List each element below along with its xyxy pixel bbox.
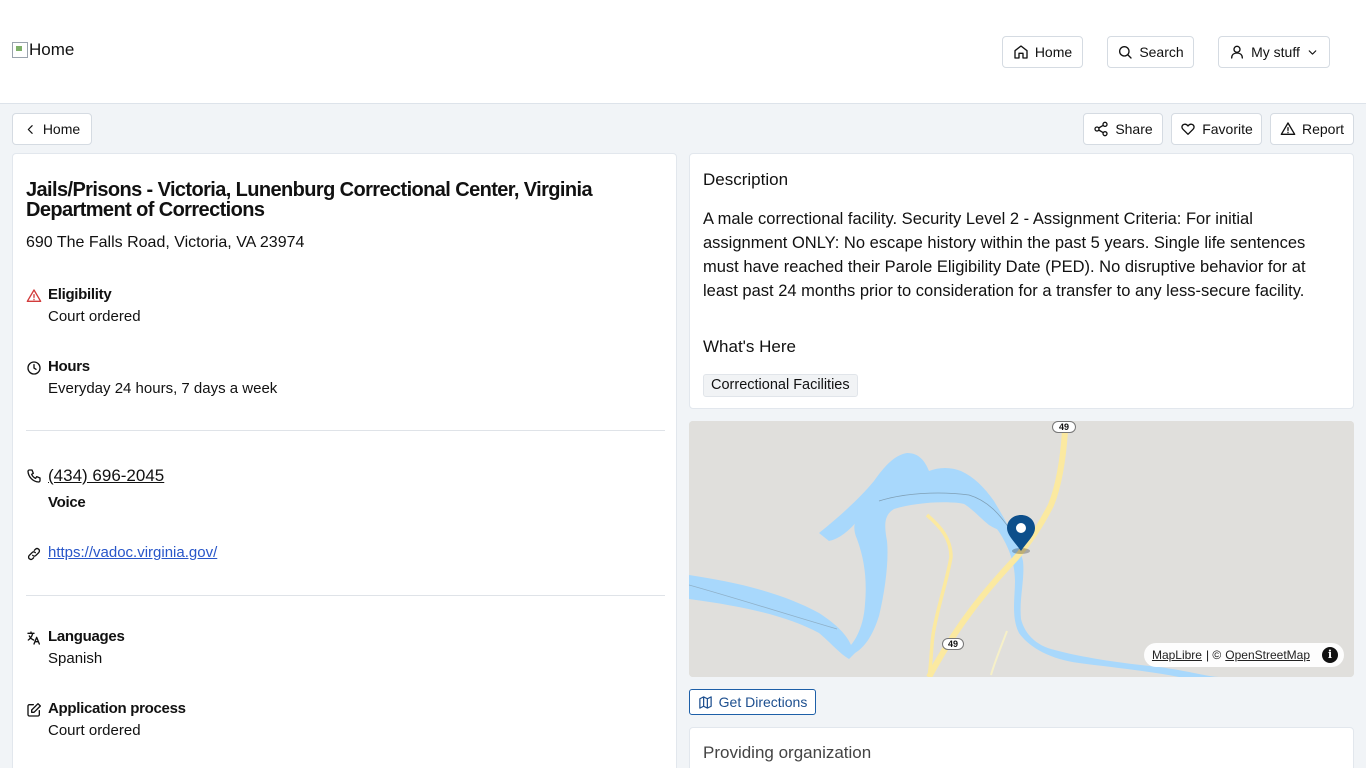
- chevron-down-icon: [1308, 49, 1317, 55]
- application-section: Application process Court ordered: [26, 700, 186, 739]
- report-label: Report: [1301, 121, 1345, 137]
- hours-value: Everyday 24 hours, 7 days a week: [48, 380, 278, 397]
- application-label: Application process: [48, 700, 186, 717]
- user-icon: [1231, 45, 1244, 59]
- maplibre-link[interactable]: MapLibre: [1152, 648, 1202, 662]
- website-link[interactable]: https://vadoc.virginia.gov/: [48, 544, 217, 562]
- route-shield-49-bottom: 49: [942, 638, 964, 650]
- description-heading: Description: [703, 170, 789, 189]
- languages-label: Languages: [48, 628, 125, 645]
- nav-search-button[interactable]: Search: [1107, 36, 1194, 68]
- house-icon: [1014, 45, 1028, 59]
- phone-link[interactable]: (434) 696-2045: [48, 466, 164, 485]
- attribution-separator: | ©: [1205, 648, 1222, 662]
- search-icon: [1119, 46, 1132, 59]
- broken-image-icon: [12, 42, 28, 58]
- translate-icon: [27, 631, 40, 645]
- logo-alt-text: Home: [29, 40, 75, 59]
- route-shield-49-top: 49: [1052, 421, 1076, 433]
- providing-organization-heading: Providing organization: [703, 743, 872, 762]
- description-card: Description A male correctional facility…: [689, 153, 1354, 409]
- eligibility-value: Court ordered: [48, 308, 141, 325]
- page-title: Jails/Prisons - Victoria, Lunenburg Corr…: [26, 179, 593, 221]
- providing-organization-card: Providing organization: [689, 727, 1354, 768]
- top-header: Home Home Search My stuff: [0, 0, 1366, 104]
- share-label: Share: [1115, 121, 1153, 137]
- share-button[interactable]: Share: [1083, 113, 1163, 145]
- service-address: 690 The Falls Road, Victoria, VA 23974: [26, 234, 305, 251]
- hours-section: Hours Everyday 24 hours, 7 days a week: [26, 358, 277, 397]
- location-map[interactable]: 49 49 MapLibre | © OpenStreetMap i: [689, 421, 1354, 677]
- whats-here-heading: What's Here: [703, 337, 796, 356]
- get-directions-button[interactable]: Get Directions: [689, 689, 816, 715]
- eligibility-section: Eligibility Court ordered: [26, 286, 141, 325]
- warning-triangle-icon: [1280, 122, 1296, 135]
- application-value: Court ordered: [48, 722, 141, 739]
- website-section: https://vadoc.virginia.gov/: [26, 544, 217, 562]
- openstreetmap-link[interactable]: OpenStreetMap: [1225, 648, 1310, 662]
- phone-type: Voice: [48, 494, 86, 511]
- nav-my-stuff-button[interactable]: My stuff: [1218, 36, 1330, 68]
- chevron-left-icon: [27, 124, 33, 134]
- service-details-card: Jails/Prisons - Victoria, Lunenburg Corr…: [12, 153, 677, 768]
- location-pin-icon[interactable]: [1004, 513, 1038, 557]
- edit-icon: [27, 703, 41, 717]
- divider: [26, 430, 665, 431]
- clock-icon: [27, 361, 41, 375]
- eligibility-label: Eligibility: [48, 286, 112, 303]
- nav-home-button[interactable]: Home: [1002, 36, 1083, 68]
- phone-section: (434) 696-2045 Voice: [26, 466, 164, 511]
- share-icon: [1094, 121, 1108, 137]
- report-button[interactable]: Report: [1270, 113, 1354, 145]
- heart-icon: [1181, 123, 1195, 135]
- link-icon: [27, 547, 41, 561]
- get-directions-label: Get Directions: [718, 694, 808, 710]
- phone-icon: [27, 469, 41, 483]
- languages-value: Spanish: [48, 650, 103, 667]
- map-icon: [698, 695, 712, 709]
- alert-triangle-icon: [26, 289, 42, 302]
- nav-home-label: Home: [1034, 44, 1073, 60]
- divider: [26, 595, 665, 596]
- favorite-label: Favorite: [1202, 121, 1253, 137]
- nav-my-stuff-label: My stuff: [1251, 44, 1300, 60]
- favorite-button[interactable]: Favorite: [1171, 113, 1262, 145]
- back-home-label: Home: [42, 121, 81, 137]
- info-icon[interactable]: i: [1322, 647, 1338, 663]
- back-home-button[interactable]: Home: [12, 113, 92, 145]
- category-tag[interactable]: Correctional Facilities: [703, 374, 858, 397]
- map-attribution: MapLibre | © OpenStreetMap i: [1143, 643, 1344, 667]
- home-logo-link[interactable]: Home: [12, 40, 74, 60]
- description-text: A male correctional facility. Security L…: [703, 210, 1306, 300]
- hours-label: Hours: [48, 358, 90, 375]
- nav-search-label: Search: [1139, 44, 1184, 60]
- languages-section: Languages Spanish: [26, 628, 125, 667]
